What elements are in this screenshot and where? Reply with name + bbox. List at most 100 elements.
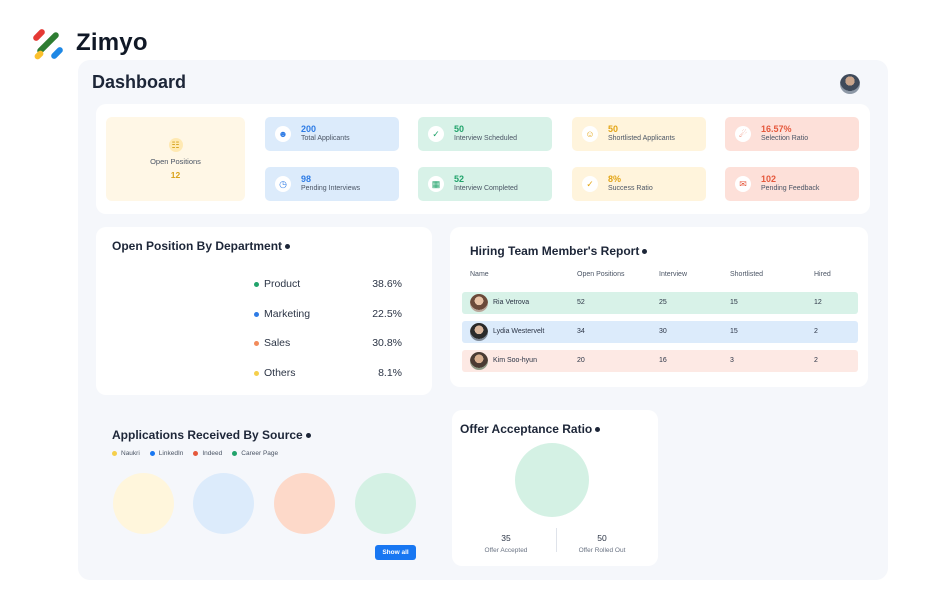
legend-label: Naukri	[121, 450, 140, 457]
calendar-check-icon: ✓	[428, 126, 444, 142]
cell-open: 20	[577, 357, 585, 364]
offer-accepted-label: Offer Accepted	[484, 547, 528, 554]
stat-tile-total-applicants[interactable]: ☻ 200 Total Applicants	[265, 117, 399, 151]
avatar	[470, 352, 488, 370]
cell-shortlisted: 3	[730, 357, 734, 364]
department-name: Product	[264, 278, 301, 290]
user-ratio-icon: ☄	[735, 126, 751, 142]
legend-dot-icon	[112, 451, 117, 456]
user-avatar[interactable]	[840, 74, 860, 94]
calendar-icon: ▦	[428, 176, 444, 192]
check-icon: ✓	[582, 176, 598, 192]
brand-name: Zimyo	[76, 29, 148, 56]
user-icon: ☺	[582, 126, 598, 142]
stat-label: Selection Ratio	[761, 135, 809, 143]
table-row[interactable]: Lydia Westervelt 34 30 15 2	[462, 321, 858, 343]
stat-value: 200	[301, 124, 317, 135]
legend-label: Career Page	[241, 450, 279, 457]
legend-dot-icon	[254, 281, 259, 287]
table-row[interactable]: Ria Vetrova 52 25 15 12	[462, 292, 858, 314]
applications-title: Applications Received By Source	[112, 428, 311, 442]
info-dot-icon	[285, 244, 291, 250]
stat-tile-interview-scheduled[interactable]: ✓ 50 Interview Scheduled	[418, 117, 552, 151]
department-name: Sales	[264, 337, 291, 349]
stat-tile-success-ratio[interactable]: ✓ 8% Success Ratio	[572, 167, 706, 201]
applications-title-text: Applications Received By Source	[112, 428, 303, 442]
department-pct: 30.8%	[372, 337, 402, 349]
legend-item-career-page: Career Page	[232, 450, 278, 457]
stat-label: Shortlisted Applicants	[608, 135, 675, 143]
stat-label: Interview Completed	[454, 185, 518, 193]
department-title: Open Position By Department	[112, 239, 291, 253]
department-item: Sales 30.8%	[254, 337, 402, 349]
show-all-button[interactable]: Show all	[375, 545, 416, 560]
offer-divider	[556, 528, 557, 552]
stat-tile-pending-feedback[interactable]: ✉ 102 Pending Feedback	[725, 167, 859, 201]
cell-interview: 30	[659, 328, 667, 335]
column-header-hired: Hired	[814, 271, 831, 278]
department-pct: 22.5%	[372, 308, 402, 320]
stat-tile-pending-interviews[interactable]: ◷ 98 Pending Interviews	[265, 167, 399, 201]
department-name: Marketing	[264, 308, 311, 320]
users-icon: ☻	[275, 126, 291, 142]
source-chart-linkedin[interactable]	[193, 473, 254, 534]
cell-hired: 2	[814, 357, 818, 364]
department-item: Marketing 22.5%	[254, 308, 402, 320]
hiring-title: Hiring Team Member's Report	[470, 244, 648, 258]
cell-interview: 16	[659, 357, 667, 364]
open-positions-value: 12	[170, 170, 181, 180]
source-chart-indeed[interactable]	[274, 473, 335, 534]
legend-label: Indeed	[202, 450, 223, 457]
stat-label: Total Applicants	[301, 135, 350, 143]
avatar	[470, 294, 488, 312]
stat-tile-selection-ratio[interactable]: ☄ 16.57% Selection Ratio	[725, 117, 859, 151]
cell-shortlisted: 15	[730, 328, 738, 335]
open-positions-label: Open Positions	[150, 157, 201, 166]
offer-ratio-chart[interactable]	[515, 443, 589, 517]
stat-label: Interview Scheduled	[454, 135, 518, 143]
department-name: Others	[264, 367, 296, 379]
legend-dot-icon	[193, 451, 199, 456]
column-header-interview: Interview	[659, 271, 688, 278]
department-item: Product 38.6%	[254, 278, 402, 290]
cell-open: 52	[577, 299, 585, 306]
stat-label: Pending Interviews	[301, 185, 361, 193]
member-name: Kim Soo-hyun	[493, 357, 537, 364]
member-name: Ria Vetrova	[493, 299, 530, 306]
hiring-title-text: Hiring Team Member's Report	[470, 244, 640, 258]
info-dot-icon	[305, 433, 311, 439]
page-title: Dashboard	[92, 72, 187, 92]
cell-hired: 12	[814, 299, 822, 306]
stat-label: Pending Feedback	[761, 185, 820, 193]
legend-item-naukri: Naukri	[112, 450, 140, 457]
open-positions-tile[interactable]: ☷ Open Positions 12	[106, 117, 245, 201]
stat-tile-shortlisted[interactable]: ☺ 50 Shortlisted Applicants	[572, 117, 706, 151]
column-header-name: Name	[470, 271, 489, 278]
column-header-shortlisted: Shortlisted	[730, 271, 764, 278]
avatar	[470, 323, 488, 341]
stat-value: 50	[454, 124, 465, 135]
legend-dot-icon	[149, 451, 155, 456]
legend-dot-icon	[254, 370, 259, 376]
stat-value: 50	[608, 124, 619, 135]
stat-value: 16.57%	[761, 124, 792, 135]
legend-dot-icon	[232, 451, 238, 456]
clock-icon: ◷	[275, 176, 291, 192]
table-row[interactable]: Kim Soo-hyun 20 16 3 2	[462, 350, 858, 372]
stat-tile-interview-completed[interactable]: ▦ 52 Interview Completed	[418, 167, 552, 201]
legend-dot-icon	[254, 340, 259, 346]
legend-item-indeed: Indeed	[193, 450, 222, 457]
info-dot-icon	[642, 249, 648, 255]
info-dot-icon	[595, 427, 601, 433]
offer-rolled-out-value: 50	[597, 533, 607, 543]
stat-label: Success Ratio	[608, 185, 653, 193]
source-chart-career-page[interactable]	[355, 473, 416, 534]
offer-rolled-out-label: Offer Rolled Out	[578, 547, 626, 554]
cell-shortlisted: 15	[730, 299, 738, 306]
cell-open: 34	[577, 328, 585, 335]
legend-dot-icon	[254, 311, 259, 317]
briefcase-icon: ☷	[168, 138, 183, 152]
source-chart-naukri[interactable]	[113, 473, 174, 534]
feedback-icon: ✉	[735, 176, 751, 192]
department-pct: 38.6%	[372, 278, 402, 290]
